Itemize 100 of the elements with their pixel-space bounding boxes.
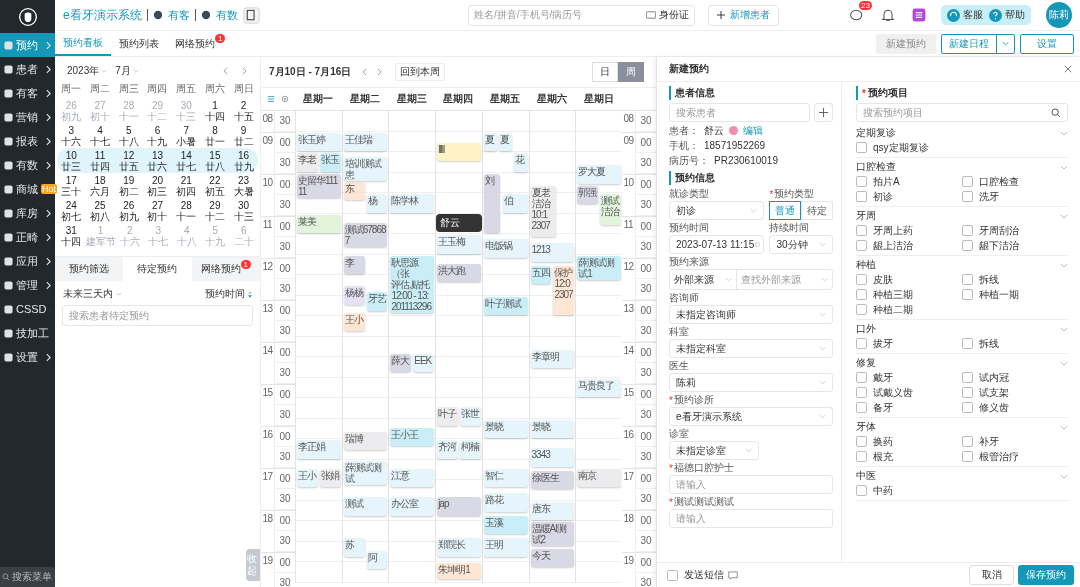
appointment-card[interactable]: 叶子测试 [483,296,528,315]
appointment-card[interactable]: 办公室 [390,497,435,516]
calendar-day[interactable]: 2 十五 [229,98,258,123]
view-toggle[interactable]: 日 [592,62,618,82]
appointment-card[interactable]: jap [437,497,481,516]
appointment-card[interactable]: 夏 [498,132,512,151]
top-link[interactable]: 有客 [167,7,190,23]
calendar-day[interactable]: 25 初八 [85,198,115,223]
calendar-day[interactable]: 19 初二 [114,173,144,198]
appointment-card[interactable]: 齐河 [437,440,458,459]
appointment-card[interactable]: 王小 [343,312,365,332]
patient-search-field[interactable]: 姓名/拼音/手机号/病历号 身份证 [468,4,695,26]
calendar-day[interactable]: 12 廿五 [114,148,144,173]
calendar-day[interactable]: 11 廿四 [85,148,115,173]
appointment-card[interactable]: 陈学林 [390,194,435,213]
appointment-card[interactable]: 莱美 [297,214,341,233]
appointment-card[interactable]: 培训测试患 [343,157,388,182]
appointment-card[interactable]: 张玉婷 [297,132,341,151]
item-checkbox[interactable]: 补牙 [962,435,1068,448]
chat-icon[interactable] [849,7,865,23]
calendar-day[interactable]: 3 十六 [57,123,86,148]
appointment-card[interactable]: 夏 [483,132,497,151]
menu-search-field[interactable]: 搜索菜单 [0,567,55,587]
action-button[interactable]: 设置 [1020,33,1074,54]
nav-item[interactable]: 应用 [0,249,55,273]
item-checkbox[interactable]: 根管治疗 [962,450,1068,463]
calendar-day[interactable]: 15 廿八 [200,148,230,173]
appointment-card[interactable]: 测试 洁治 [600,194,621,225]
calendar-day[interactable]: 1 十四 [200,98,230,123]
sms-checkbox[interactable]: 发送短信 [667,568,724,582]
select-field[interactable]: 未指定诊室 [669,441,759,460]
item-checkbox[interactable]: 拔牙 [856,337,962,350]
nav-item[interactable]: 患者 [0,57,55,81]
split-button[interactable]: 新建日程 [941,33,1015,54]
item-checkbox[interactable]: 换药 [856,435,962,448]
appointment-card[interactable]: 罗大夏 [577,165,621,184]
appointment-card[interactable]: 张世 [460,407,481,426]
calendar-day[interactable]: 13 廿六 [143,148,172,173]
service-link[interactable]: 客服 [947,8,983,22]
appointment-card[interactable]: 薛测试测试1 [577,255,621,280]
calendar-day[interactable]: 8 廿一 [200,123,230,148]
appointment-card[interactable]: 李老 [297,153,318,172]
item-checkbox[interactable]: 拍片A [856,175,962,188]
appointment-card[interactable]: 耿思源（张 评估,贴托 12:00 - 13: 201113296 [390,255,435,313]
top-link[interactable]: 有数 [215,7,238,23]
appointment-card[interactable]: 郭强 [577,185,599,205]
appointment-card[interactable]: 王小 [297,468,318,488]
appointment-card[interactable]: 1213 [530,243,575,262]
add-button[interactable] [814,103,833,122]
edit-link[interactable]: 编辑 [743,123,763,138]
appointment-card[interactable]: 江意 [390,468,435,488]
sort-control[interactable]: 预约时间 [205,287,252,301]
item-checkbox[interactable]: 龈下洁治 [962,239,1068,252]
nav-item[interactable]: CSSD [0,297,55,321]
nav-item[interactable]: 报表 [0,129,55,153]
appointment-card[interactable]: 牙艺 [366,292,388,311]
nav-item[interactable]: 正畸 [0,225,55,249]
calendar-day[interactable]: 29 十二 [200,198,230,223]
calendar-day[interactable]: 22 初五 [200,173,230,198]
calendar-day[interactable]: 7 小暑 [171,123,201,148]
item-checkbox[interactable]: 牙周刮治 [962,224,1068,237]
appointment-card[interactable]: 史留华11111 [297,173,341,198]
appointment-card[interactable]: 花 [514,153,528,172]
appointment-card[interactable]: 瑞博 [343,431,388,451]
calendar-day[interactable]: 30 十三 [229,198,258,223]
appointment-card[interactable]: 张玉 [319,153,341,172]
appointment-card[interactable]: 唐东 [530,501,575,520]
appointment-card[interactable]: 夏老 洁治 10:1 2307 [530,185,556,238]
appointment-card[interactable]: 温暖AI测试2 [530,522,575,546]
item-checkbox[interactable]: 皮肤 [856,273,962,286]
datetime-field[interactable]: 2023-07-13 11:15 [669,235,765,254]
item-checkbox[interactable]: qsy定期复诊 [856,141,962,154]
list-icon[interactable] [267,95,275,103]
appointment-card[interactable]: 杨 [366,194,388,213]
item-checkbox[interactable]: 种植三期 [856,288,962,301]
appointment-card[interactable]: 伯 [503,194,528,213]
appointment-card[interactable]: 测试678687 [343,222,388,247]
appointment-card[interactable]: 张娟 [319,468,341,488]
list-tab[interactable]: 待定预约 [123,257,192,281]
this-week-button[interactable]: 回到本周 [395,63,446,81]
nav-item[interactable]: 技加工 [0,321,55,345]
nav-item[interactable]: 有数 [0,153,55,177]
gear-icon[interactable] [281,95,289,103]
appointment-card[interactable]: 测试 [343,497,388,516]
appointment-card[interactable]: 刘 [483,173,501,233]
item-checkbox[interactable]: 口腔检查 [962,175,1068,188]
item-checkbox[interactable]: 种植一期 [962,288,1068,301]
calendar-day[interactable]: 10 廿三 [57,148,86,173]
view-tab[interactable]: 预约列表 [111,31,167,56]
calendar-day[interactable]: 9 廿二 [229,123,258,148]
item-checkbox[interactable]: 初诊 [856,190,962,203]
calendar-day[interactable]: 27 初十 [143,198,172,223]
calendar-day[interactable]: 4 十七 [85,123,115,148]
select-field[interactable]: 30分钟 [769,235,833,254]
nav-item[interactable]: 库房 [0,201,55,225]
appointment-card[interactable]: 景晓 [483,419,528,438]
nav-item[interactable]: 管理 [0,273,55,297]
item-checkbox[interactable]: 试戴义齿 [856,386,962,399]
range-select[interactable]: 未来三天内 [63,287,122,301]
appointment-card[interactable]: 徐医生 [530,470,575,490]
